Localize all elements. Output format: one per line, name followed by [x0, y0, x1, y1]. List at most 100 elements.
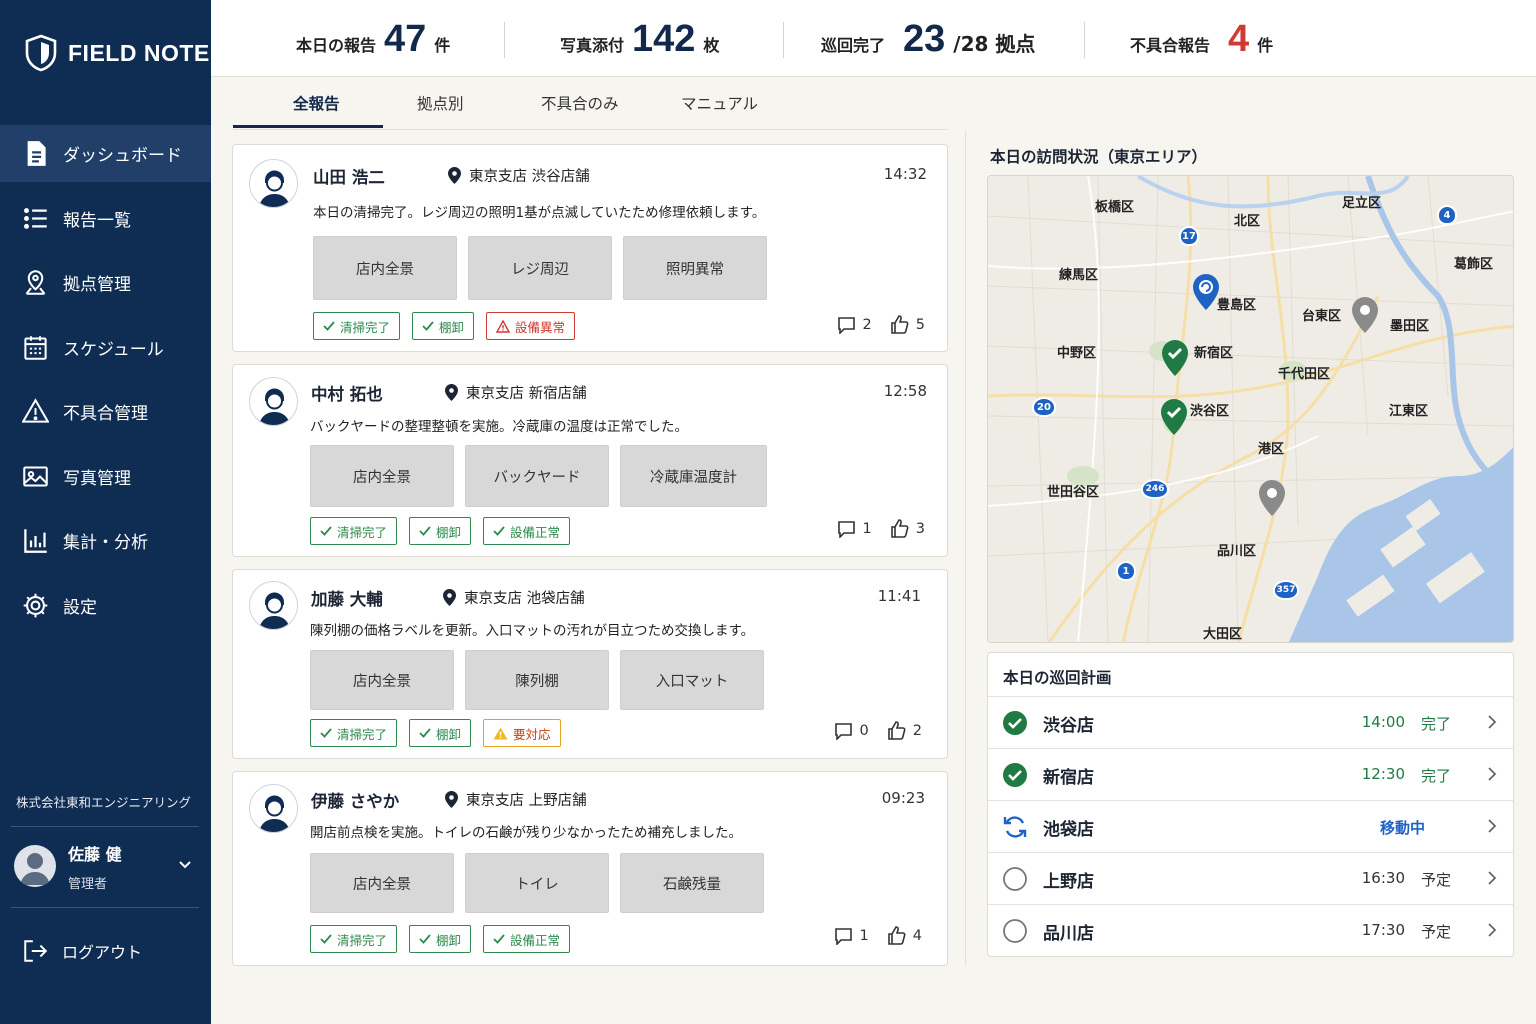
list-icon — [24, 207, 47, 229]
stat-value: 47 — [384, 18, 427, 60]
status-badge: 棚卸 — [409, 517, 472, 545]
photo-thumbnail[interactable]: トイレ — [465, 853, 609, 913]
user-menu[interactable]: 佐藤 健 管理者 — [14, 838, 199, 894]
photo-thumbnail[interactable]: 店内全景 — [310, 853, 454, 913]
check-icon — [422, 321, 434, 331]
report-body: 開店前点検を実施。トイレの石鹸が残り少なかったため補充しました。 — [310, 825, 742, 841]
photo-list: 店内全景 トイレ 石鹸残量 — [310, 853, 764, 913]
map-background — [988, 176, 1513, 642]
divider — [504, 22, 505, 58]
like-button[interactable]: 5 — [890, 315, 925, 334]
tab-defects-only[interactable]: 不具合のみ — [541, 92, 619, 114]
comment-button[interactable]: 1 — [837, 519, 872, 538]
location-user-icon — [25, 270, 46, 295]
report-card[interactable]: 山田 浩二 東京支店 渋谷店舗 14:32 本日の清掃完了。レジ周辺の照明1基が… — [232, 144, 948, 352]
plan-store-name: 新宿店 — [1043, 768, 1094, 788]
comment-count: 1 — [859, 927, 869, 944]
company-name: 株式会社東和エンジニアリング — [16, 795, 192, 810]
map-pin-moving[interactable] — [1191, 273, 1221, 311]
sidebar-item-settings[interactable]: 設定 — [0, 577, 211, 634]
map-pin-done[interactable] — [1159, 398, 1189, 436]
report-card[interactable]: 加藤 大輔 東京支店 池袋店舗 11:41 陳列棚の価格ラベルを更新。入口マット… — [232, 569, 948, 759]
photo-thumbnail[interactable]: レジ周辺 — [468, 236, 612, 300]
report-location: 東京支店 渋谷店舗 — [448, 165, 590, 186]
map-label: 渋谷区 — [1190, 404, 1230, 419]
comment-count: 2 — [862, 316, 872, 333]
comment-button[interactable]: 2 — [837, 315, 872, 334]
plan-row[interactable]: 池袋店 移動中 — [988, 800, 1513, 852]
comment-button[interactable]: 0 — [834, 721, 869, 740]
map-label: 中野区 — [1057, 346, 1097, 361]
like-button[interactable]: 2 — [887, 721, 922, 740]
circle-outline-icon — [1003, 919, 1027, 943]
plan-row[interactable]: 渋谷店 14:00 完了 — [988, 696, 1513, 748]
status-badge: 清掃完了 — [310, 517, 398, 545]
report-location: 東京支店 上野店舗 — [445, 789, 587, 810]
sidebar-item-schedule[interactable]: スケジュール — [0, 319, 211, 376]
sidebar-item-label: 集計・分析 — [63, 533, 148, 553]
photo-thumbnail[interactable]: 冷蔵庫温度計 — [620, 445, 767, 507]
sidebar-item-dashboard[interactable]: ダッシュボード — [0, 125, 211, 182]
sidebar-item-analytics[interactable]: 集計・分析 — [0, 512, 211, 569]
comment-button[interactable]: 1 — [834, 926, 869, 945]
status-badge: 清掃完了 — [313, 312, 401, 340]
map-pin-done[interactable] — [1160, 339, 1190, 377]
sidebar: FIELD NOTE ダッシュボード 報告一覧 拠点管理 スケジュール 不具合管… — [0, 0, 211, 1024]
thumbs-up-icon — [887, 721, 906, 740]
visit-map[interactable]: 板橋区 北区 足立区 葛飾区 練馬区 豊島区 台東区 墨田区 中野区 新宿区 千… — [987, 175, 1514, 643]
photo-thumbnail[interactable]: 照明異常 — [623, 236, 767, 300]
tab-all[interactable]: 全報告 — [293, 92, 340, 114]
like-button[interactable]: 3 — [890, 519, 925, 538]
photo-list: 店内全景 バックヤード 冷蔵庫温度計 — [310, 445, 767, 507]
map-pin-scheduled[interactable] — [1257, 479, 1287, 517]
stat-photos: 写真添付 142 枚 — [560, 18, 719, 61]
photo-thumbnail[interactable]: 店内全景 — [310, 650, 454, 710]
location-text: 東京支店 池袋店舗 — [464, 591, 585, 607]
sidebar-item-photos[interactable]: 写真管理 — [0, 448, 211, 505]
plan-row[interactable]: 新宿店 12:30 完了 — [988, 748, 1513, 800]
sidebar-item-defects[interactable]: 不具合管理 — [0, 383, 211, 440]
plan-row[interactable]: 品川店 17:30 予定 — [988, 904, 1513, 956]
logout-label: ログアウト — [62, 943, 143, 962]
plan-store-name: 渋谷店 — [1043, 716, 1094, 736]
tab-manual[interactable]: マニュアル — [681, 92, 758, 114]
plan-row[interactable]: 上野店 16:30 予定 — [988, 852, 1513, 904]
chevron-right-icon — [1488, 871, 1497, 885]
comment-count: 0 — [859, 722, 869, 739]
check-icon — [419, 728, 431, 738]
photo-thumbnail[interactable]: 店内全景 — [313, 236, 457, 300]
chevron-down-icon[interactable] — [177, 856, 193, 872]
tab-by-location[interactable]: 拠点別 — [417, 92, 464, 114]
map-pin-scheduled[interactable] — [1350, 296, 1380, 334]
logout-button[interactable]: ログアウト — [22, 938, 142, 964]
like-button[interactable]: 4 — [887, 926, 922, 945]
photo-thumbnail[interactable]: 石鹸残量 — [620, 853, 764, 913]
tag-label: 清掃完了 — [340, 319, 391, 335]
sidebar-nav: ダッシュボード 報告一覧 拠点管理 スケジュール 不具合管理 写真管理 集計・分… — [0, 125, 211, 641]
plan-time: 12:30 — [1361, 765, 1405, 783]
brand[interactable]: FIELD NOTE — [24, 34, 210, 72]
status-badge: 清掃完了 — [310, 719, 398, 747]
report-reactions: 2 5 — [837, 315, 925, 334]
thumbs-up-icon — [890, 315, 909, 334]
calendar-icon — [24, 335, 47, 360]
tag-label: 棚卸 — [436, 524, 462, 540]
check-icon — [493, 526, 505, 536]
map-label: 新宿区 — [1194, 346, 1234, 361]
report-card[interactable]: 中村 拓也 東京支店 新宿店舗 12:58 バックヤードの整理整頓を実施。冷蔵庫… — [232, 364, 948, 557]
report-body: 本日の清掃完了。レジ周辺の照明1基が点滅していたため修理依頼します。 — [313, 205, 766, 221]
photo-thumbnail[interactable]: 陳列棚 — [465, 650, 609, 710]
report-card[interactable]: 伊藤 さやか 東京支店 上野店舗 09:23 開店前点検を実施。トイレの石鹸が残… — [232, 771, 948, 966]
report-location: 東京支店 池袋店舗 — [443, 587, 585, 608]
divider — [11, 907, 199, 908]
sidebar-item-locations[interactable]: 拠点管理 — [0, 254, 211, 311]
photo-thumbnail[interactable]: バックヤード — [465, 445, 609, 507]
photo-thumbnail[interactable]: 店内全景 — [310, 445, 454, 507]
brand-name: FIELD NOTE — [68, 39, 210, 66]
photo-thumbnail[interactable]: 入口マット — [620, 650, 764, 710]
sidebar-item-reports[interactable]: 報告一覧 — [0, 190, 211, 247]
map-label: 大田区 — [1203, 627, 1243, 642]
report-reactions: 1 3 — [837, 519, 925, 538]
circle-outline-icon — [1003, 867, 1027, 891]
sidebar-item-label: ダッシュボード — [63, 146, 182, 166]
